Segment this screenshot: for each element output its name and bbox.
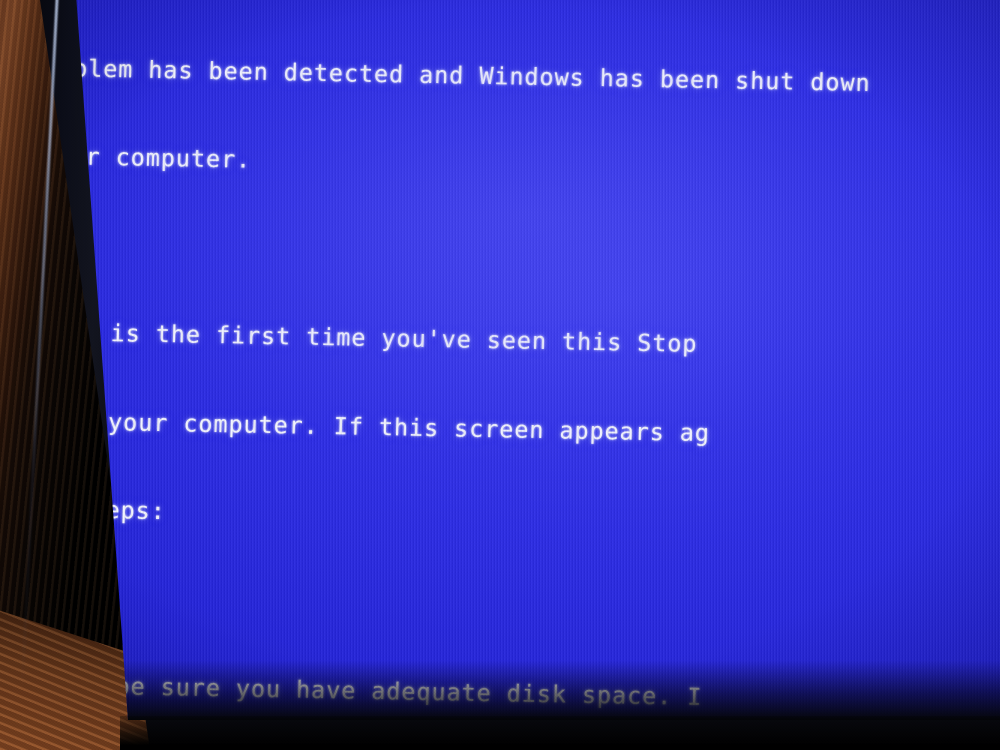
bsod-line: Check to be sure you have adequate disk … — [0, 669, 703, 712]
monitor-base-shadow — [120, 716, 1000, 750]
bsod-line: restart your computer. If this screen ap… — [0, 405, 711, 447]
bsod-line-blank — [76, 582, 993, 630]
screenshot-stage: A problem has been detected and Windows … — [0, 0, 1000, 750]
bsod-line: If this is the first time you've seen th… — [0, 317, 698, 359]
bsod-line: A problem has been detected and Windows … — [0, 52, 871, 97]
bsod-screen: A problem has been detected and Windows … — [0, 0, 1000, 720]
bsod-line-blank — [76, 229, 1000, 277]
bsod-text-block: A problem has been detected and Windows … — [0, 0, 1000, 720]
bsod-line: these steps: — [75, 495, 167, 525]
bsod-line: to your computer. — [0, 140, 252, 174]
